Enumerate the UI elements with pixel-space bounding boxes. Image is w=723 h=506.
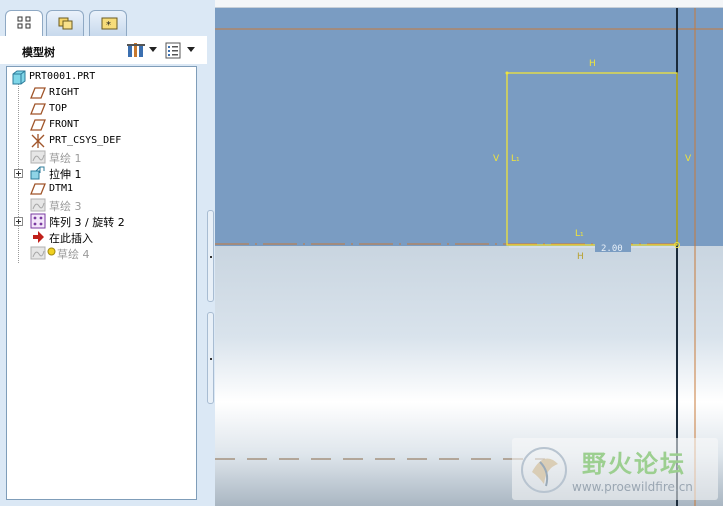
tree-item-label: 草绘 3 [49,200,82,213]
insert-here-arrow-icon [33,231,44,243]
tree-item-extrude-1[interactable]: 拉伸 1 [7,165,196,181]
extrude-icon [30,166,45,180]
tree-header: 模型树 [0,36,207,64]
tree-item-sketch-4[interactable]: 草绘 4 [7,245,196,261]
chevron-down-icon [149,47,157,52]
tab-model-tree[interactable] [5,10,43,37]
dimension-value[interactable]: 2.00 [601,244,623,254]
splitter-grip-lower[interactable] [207,312,214,404]
tree-item-label: RIGHT [49,87,80,98]
constraint-l1-lower: L₁ [575,229,584,239]
expand-toggle[interactable] [14,217,23,226]
graphics-window[interactable]: H V V L₁ L₁ H 2.00 [215,8,723,506]
sketch-active-icon [47,247,56,256]
coordinate-system-icon [31,134,45,148]
navigator-tabs: * [0,0,207,37]
svg-text:*: * [106,20,111,31]
tree-settings-icon [127,43,145,57]
tree-item-label: 草绘 1 [49,152,82,165]
tree-item-label: 阵列 3 / 旋转 2 [49,216,125,229]
constraint-l1-upper: L₁ [511,154,520,164]
tree-item-root[interactable]: PRT0001.PRT [7,69,196,85]
datum-plane-icon [30,103,46,115]
tree-item-sketch-3[interactable]: 草绘 3 [7,197,196,213]
constraint-v-right: V [685,154,692,164]
part-icon [12,70,26,85]
show-columns-button[interactable] [165,42,197,60]
tree-item-insert-here[interactable]: 在此插入 [7,229,196,245]
tree-item-top[interactable]: TOP [7,101,196,117]
tree-item-label: FRONT [49,119,80,130]
model-tree-icon [17,16,31,29]
tree-item-label: DTM1 [49,183,74,194]
tree-item-pattern-3[interactable]: 阵列 3 / 旋转 2 [7,213,196,229]
watermark-logo-icon [521,447,567,493]
show-columns-icon [165,42,181,59]
tree-item-sketch-1[interactable]: 草绘 1 [7,149,196,165]
watermark: 野火论坛 www.proewildfire.cn [512,438,718,500]
tree-item-label: PRT_CSYS_DEF [49,135,122,146]
folder-browser-icon [58,17,73,30]
sketch-icon [30,246,46,260]
datum-plane-icon [30,183,46,195]
sketch-vertex[interactable] [505,71,509,75]
graphics-top-border [215,0,723,8]
watermark-url: www.proewildfire.cn [572,480,693,494]
tree-item-label: PRT0001.PRT [29,71,96,82]
graphics-canvas[interactable]: H V V L₁ L₁ H 2.00 [215,8,723,506]
tree-item-label: 草绘 4 [57,248,90,261]
constraint-h-bottom: H [577,252,584,262]
pattern-icon [30,213,46,229]
tree-item-label: 在此插入 [49,232,93,245]
panel-splitter[interactable] [207,0,215,506]
chevron-down-icon [187,47,195,52]
tree-item-right[interactable]: RIGHT [7,85,196,101]
sketch-icon [30,150,46,164]
splitter-grip-upper[interactable] [207,210,214,302]
tree-item-label: 拉伸 1 [49,168,82,181]
datum-plane-icon [30,87,46,99]
tab-favorites[interactable]: * [89,10,127,36]
tree-item-front[interactable]: FRONT [7,117,196,133]
tree-item-label: TOP [49,103,68,114]
constraint-v-left: V [493,154,500,164]
datum-plane-icon [30,119,46,131]
favorites-icon: * [101,17,118,31]
navigator-panel: * 模型树 PRT0001.PRT RIGHT TOP FRONT PRT_CS… [0,0,207,506]
panel-title: 模型树 [22,46,55,59]
tree-item-csys[interactable]: PRT_CSYS_DEF [7,133,196,149]
tree-item-dtm1[interactable]: DTM1 [7,181,196,197]
watermark-title: 野火论坛 [582,450,686,478]
sketch-icon [30,198,46,212]
model-tree[interactable]: PRT0001.PRT RIGHT TOP FRONT PRT_CSYS_DEF… [6,66,197,500]
tree-settings-button[interactable] [126,42,158,60]
expand-toggle[interactable] [14,169,23,178]
viewport-background [215,8,723,248]
tab-folder-browser[interactable] [46,10,84,36]
constraint-h-top: H [589,59,596,69]
